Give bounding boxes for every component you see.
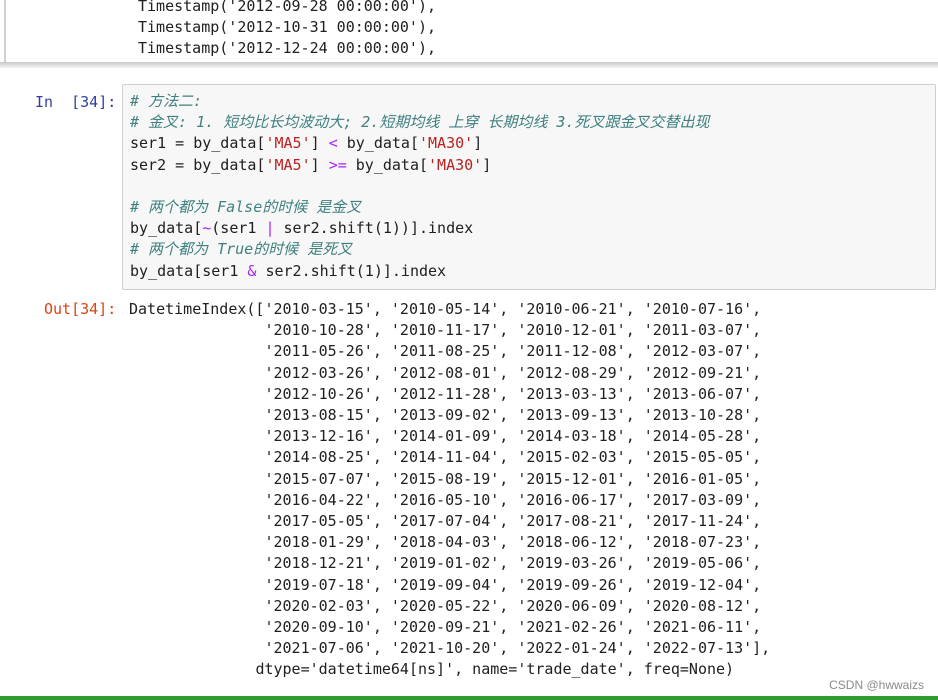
output-row: '2016-04-22', '2016-05-10', '2016-06-17'… xyxy=(264,490,762,509)
code-comment: # 方法二: xyxy=(130,92,203,110)
code-line: ser2 = by_data['MA5'] >= by_data['MA30'] xyxy=(130,155,710,176)
csdn-watermark: CSDN @hwwaizs xyxy=(829,678,924,692)
code-line: # 两个都为 True的时候 是死叉 xyxy=(130,239,710,260)
output-line: DatetimeIndex(['2020-09-10', '2020-09-21… xyxy=(129,617,770,638)
output-line: DatetimeIndex(['2016-04-22', '2016-05-10… xyxy=(129,490,770,511)
output-row: '2015-07-07', '2015-08-19', '2015-12-01'… xyxy=(264,469,762,488)
output-scroll-border xyxy=(4,0,6,64)
output-row: '2011-05-26', '2011-08-25', '2011-12-08'… xyxy=(264,342,762,361)
code-operator: >= xyxy=(328,155,347,174)
output-row: '2010-10-28', '2010-11-17', '2010-12-01'… xyxy=(264,321,762,340)
previous-output-line: Timestamp('2012-12-24 00:00:00'), xyxy=(138,39,437,57)
code-token: ser2.shift(1))].index xyxy=(274,219,474,238)
output-row: '2021-07-06', '2021-10-20', '2022-01-24'… xyxy=(264,639,771,658)
output-line: DatetimeIndex(['2012-10-26', '2012-11-28… xyxy=(129,384,770,405)
code-line: # 方法二: xyxy=(130,91,710,112)
code-token: by_data[ser1 xyxy=(130,261,248,280)
output-row: '2020-09-10', '2020-09-21', '2021-02-26'… xyxy=(264,618,762,637)
code-line: by_data[ser1 & ser2.shift(1)].index xyxy=(130,261,710,282)
output-line: DatetimeIndex(['2010-10-28', '2010-11-17… xyxy=(129,320,770,341)
previous-output-line: Timestamp('2012-09-28 00:00:00'), xyxy=(138,0,437,15)
code-token: by_data[ xyxy=(337,134,419,153)
output-row: '2012-03-26', '2012-08-01', '2012-08-29'… xyxy=(264,363,762,382)
code-token: ser2 = by_data[ xyxy=(130,155,266,174)
output-row: '2019-07-18', '2019-09-04', '2019-09-26'… xyxy=(264,575,762,594)
code-blank-line: ​ xyxy=(130,176,710,197)
code-operator: | xyxy=(265,219,275,238)
output-row: '2020-02-03', '2020-05-22', '2020-06-09'… xyxy=(264,596,762,615)
output-line: DatetimeIndex(dtype='datetime64[ns]', na… xyxy=(129,659,770,680)
code-line: # 两个都为 False的时候 是金叉 xyxy=(130,197,710,218)
code-operator: < xyxy=(328,134,338,153)
output-row: '2013-08-15', '2013-09-02', '2013-09-13'… xyxy=(264,406,762,425)
output-line: DatetimeIndex(['2020-02-03', '2020-05-22… xyxy=(129,596,770,617)
code-comment: # 金叉: 1. 短均比长均波动大; 2.短期均线 上穿 长期均线 3.死叉跟金… xyxy=(130,113,710,132)
code-line: # 金叉: 1. 短均比长均波动大; 2.短期均线 上穿 长期均线 3.死叉跟金… xyxy=(130,112,710,133)
code-string: 'MA30' xyxy=(419,134,474,153)
output-row: '2017-05-05', '2017-07-04', '2017-08-21'… xyxy=(264,512,762,531)
code-cell-editor[interactable]: # 方法二: # 金叉: 1. 短均比长均波动大; 2.短期均线 上穿 长期均线 … xyxy=(122,84,936,290)
output-dtype-line: dtype='datetime64[ns]', name='trade_date… xyxy=(255,660,735,679)
notebook-page: Timestamp('2012-09-28 00:00:00'), Timesta… xyxy=(0,0,938,700)
output-line: DatetimeIndex(['2013-08-15', '2013-09-02… xyxy=(129,405,770,426)
cell-output: DatetimeIndex(['2010-03-15', '2010-05-14… xyxy=(129,299,770,681)
code-line: ser1 = by_data['MA5'] < by_data['MA30'] xyxy=(130,133,710,154)
code-token: by_data[ xyxy=(130,219,203,238)
code-string: 'MA5' xyxy=(265,155,311,174)
code-string: 'MA30' xyxy=(428,155,483,174)
output-row: '2013-12-16', '2014-01-09', '2014-03-18'… xyxy=(264,427,762,446)
output-line: DatetimeIndex(['2017-05-05', '2017-07-04… xyxy=(129,511,770,532)
output-line: DatetimeIndex(['2018-01-29', '2018-04-03… xyxy=(129,532,770,553)
code-comment: # 两个都为 True的时候 是死叉 xyxy=(130,240,353,259)
code-token: by_data[ xyxy=(346,155,429,174)
output-line: DatetimeIndex(['2011-05-26', '2011-08-25… xyxy=(129,341,770,362)
previous-cell-output: Timestamp('2012-09-28 00:00:00'), Timesta… xyxy=(0,0,938,68)
output-line: DatetimeIndex(['2010-03-15', '2010-05-14… xyxy=(129,299,770,320)
code-comment: # 两个都为 False的时候 是金叉 xyxy=(130,198,362,217)
code-token: ser1 = by_data[ xyxy=(130,134,266,153)
output-line: DatetimeIndex(['2013-12-16', '2014-01-09… xyxy=(129,426,770,447)
previous-output-line: Timestamp('2012-10-31 00:00:00'), xyxy=(138,18,437,36)
output-prompt: Out[34]: xyxy=(44,300,117,318)
code-token: ] xyxy=(310,134,329,153)
output-line: DatetimeIndex(['2021-07-06', '2021-10-20… xyxy=(129,638,770,659)
output-line: DatetimeIndex(['2014-08-25', '2014-11-04… xyxy=(129,447,770,468)
output-row: '2014-08-25', '2014-11-04', '2015-02-03'… xyxy=(264,448,762,467)
output-row: '2018-01-29', '2018-04-03', '2018-06-12'… xyxy=(264,533,762,552)
output-row: '2018-12-21', '2019-01-02', '2019-03-26'… xyxy=(264,554,762,573)
code-token: (ser1 xyxy=(211,219,266,238)
previous-output-lines: Timestamp('2012-09-28 00:00:00'), Timesta… xyxy=(138,0,436,68)
code-line: by_data[~(ser1 | ser2.shift(1))].index xyxy=(130,218,710,239)
output-line: DatetimeIndex(['2012-03-26', '2012-08-01… xyxy=(129,363,770,384)
code-token: ser2.shift(1)].index xyxy=(256,261,447,280)
code-token: ] xyxy=(482,155,492,174)
output-line: DatetimeIndex(['2018-12-21', '2019-01-02… xyxy=(129,553,770,574)
output-prefix: DatetimeIndex([ xyxy=(129,300,265,318)
bottom-status-bar xyxy=(0,696,938,700)
code-token: ] xyxy=(310,155,329,174)
code-string: 'MA5' xyxy=(265,134,311,153)
input-prompt: In [34]: xyxy=(35,93,117,111)
output-line: DatetimeIndex(['2015-07-07', '2015-08-19… xyxy=(129,469,770,490)
output-row: '2012-10-26', '2012-11-28', '2013-03-13'… xyxy=(264,384,762,403)
output-line: DatetimeIndex(['2019-07-18', '2019-09-04… xyxy=(129,575,770,596)
output-row: '2010-03-15', '2010-05-14', '2010-06-21'… xyxy=(264,300,762,318)
code-token: ] xyxy=(473,134,483,153)
code-operator: ~ xyxy=(202,219,212,238)
scroll-shadow xyxy=(0,62,938,68)
code-text[interactable]: # 方法二: # 金叉: 1. 短均比长均波动大; 2.短期均线 上穿 长期均线 … xyxy=(130,91,710,282)
